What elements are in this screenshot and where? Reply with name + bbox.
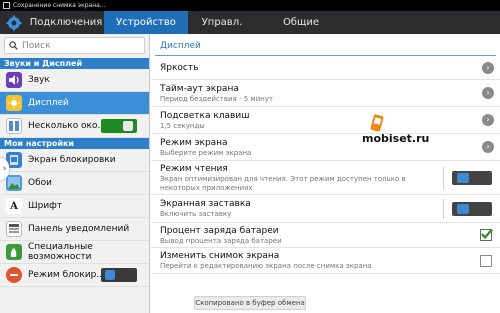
watermark-text: mobiset.ru: [362, 132, 430, 145]
sidebar-item-sound[interactable]: Звук: [0, 69, 149, 92]
row-divider: [443, 167, 444, 189]
sidebar-item-label: Специальные возможности: [28, 242, 93, 262]
notification-panel-icon: [6, 221, 22, 237]
sidebar-item-multi-window[interactable]: Несколько око...: [0, 115, 149, 138]
sidebar-item-font[interactable]: A Шрифт: [0, 195, 149, 218]
setting-row-screen-mode[interactable]: Режим экрана Выберите режим экрана ›: [151, 134, 500, 161]
search-placeholder: Поиск: [22, 40, 51, 51]
section-sound-display: Звуки и Дисплей: [0, 58, 149, 69]
setting-title: Экранная заставка: [160, 199, 251, 209]
edit-screenshot-checkbox[interactable]: [480, 255, 492, 267]
watermark: mobiset.ru: [362, 114, 432, 154]
setting-subtitle: Перейти к редактированию экрана после сн…: [160, 262, 372, 270]
screensaver-toggle[interactable]: [452, 202, 492, 216]
multi-window-toggle[interactable]: [101, 119, 137, 133]
sidebar-item-label: Дисплей: [28, 98, 69, 108]
tab-general[interactable]: Общие: [256, 11, 346, 34]
setting-subtitle: Включить заставку: [160, 210, 232, 218]
checkmark-icon: [481, 228, 493, 240]
multi-window-icon: [6, 118, 22, 134]
setting-title: Режим экрана: [160, 138, 228, 148]
chevron-right-icon: ›: [2, 164, 7, 174]
tab-bar: Подключения Устройство Управл. Общие: [0, 11, 500, 34]
search-input[interactable]: Поиск: [4, 37, 145, 54]
status-bar: Сохранение снимка экрана...: [0, 0, 500, 11]
settings-gear-icon[interactable]: [0, 11, 28, 34]
wallpaper-icon: [6, 175, 22, 191]
battery-percent-checkbox[interactable]: [480, 228, 493, 241]
speaker-icon: [6, 72, 22, 88]
setting-row-reading-mode[interactable]: Режим чтения Экран оптимизирован для чте…: [151, 161, 500, 195]
toast-message: Скопировано в буфер обмена: [194, 296, 306, 310]
font-icon: A: [6, 198, 22, 214]
chevron-right-icon: ›: [482, 62, 494, 74]
phone-logo-icon: [370, 114, 384, 132]
search-icon: [9, 41, 18, 50]
sidebar-item-blocking-mode[interactable]: Режим блокир...: [0, 264, 149, 287]
setting-title: Яркость: [160, 63, 199, 73]
sidebar-item-accessibility[interactable]: Специальные возможности: [0, 241, 149, 264]
setting-row-screensaver[interactable]: Экранная заставка Включить заставку: [151, 195, 500, 223]
tab-controls[interactable]: Управл.: [188, 11, 256, 34]
sidebar-item-label: Звук: [28, 75, 50, 85]
accessibility-icon: [6, 244, 22, 260]
display-settings-panel: Дисплей Яркость › Тайм-аут экрана Период…: [151, 34, 500, 313]
status-text: Сохранение снимка экрана...: [13, 2, 106, 9]
setting-row-key-backlight[interactable]: Подсветка клавиш 1,5 секунды ›: [151, 107, 500, 134]
setting-row-screen-timeout[interactable]: Тайм-аут экрана Период бездействия - 5 м…: [151, 80, 500, 107]
sidebar-item-display[interactable]: Дисплей: [0, 92, 149, 115]
sidebar-item-label: Режим блокир...: [28, 270, 105, 280]
setting-row-brightness[interactable]: Яркость ›: [151, 57, 500, 80]
setting-subtitle: Экран оптимизирован для чтения. Этот реж…: [160, 175, 406, 192]
sidebar-item-lock-screen[interactable]: Экран блокировки: [0, 149, 149, 172]
setting-title: Тайм-аут экрана: [160, 84, 239, 94]
title-divider: [155, 55, 496, 56]
screenshot-icon: [3, 2, 10, 9]
setting-row-battery-percent[interactable]: Процент заряда батареи Вывод процента за…: [151, 223, 500, 248]
setting-title: Процент заряда батареи: [160, 226, 279, 236]
blocking-mode-toggle[interactable]: [101, 268, 137, 282]
setting-subtitle: Период бездействия - 5 минут: [160, 95, 274, 103]
setting-subtitle: Вывод процента заряда батареи: [160, 237, 282, 245]
sidebar-item-label: Несколько око...: [28, 121, 107, 131]
sidebar-item-label: Экран блокировки: [28, 155, 116, 165]
chevron-right-icon: ›: [482, 87, 494, 99]
section-my-settings: Мои настройки: [0, 138, 149, 149]
sidebar-item-label: Обои: [28, 178, 52, 188]
setting-title: Изменить снимок экрана: [160, 251, 280, 261]
sidebar: Поиск Звуки и Дисплей Звук Дисплей Неско…: [0, 34, 150, 313]
setting-title: Подсветка клавиш: [160, 111, 250, 121]
chevron-right-icon: ›: [482, 141, 494, 153]
sidebar-item-label: Шрифт: [28, 201, 63, 211]
sidebar-item-label: Панель уведомлений: [28, 224, 130, 234]
setting-row-edit-screenshot[interactable]: Изменить снимок экрана Перейти к редакти…: [151, 248, 500, 274]
row-divider: [443, 199, 444, 219]
reading-mode-toggle[interactable]: [452, 171, 492, 185]
blocking-mode-icon: [6, 267, 22, 283]
display-icon: [6, 95, 22, 111]
sidebar-item-wallpaper[interactable]: Обои: [0, 172, 149, 195]
chevron-right-icon: ›: [482, 114, 494, 126]
tab-device[interactable]: Устройство: [104, 11, 188, 34]
sidebar-item-notification-panel[interactable]: Панель уведомлений: [0, 218, 149, 241]
page-title: Дисплей: [160, 41, 201, 51]
setting-title: Режим чтения: [160, 164, 228, 174]
tab-connections[interactable]: Подключения: [28, 11, 104, 34]
